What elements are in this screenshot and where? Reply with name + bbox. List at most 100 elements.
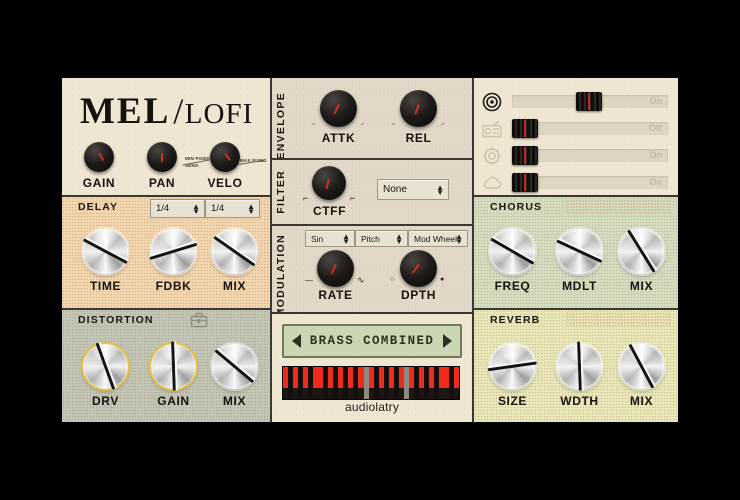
modulation-target-select[interactable]: Pitch ▲ ▼ — [355, 230, 408, 247]
reverb-size-label: SIZE — [497, 394, 528, 408]
filter-cutoff-label: CTFF — [312, 204, 347, 218]
envelope-release-knob-indicator — [413, 103, 420, 115]
distortion-drv-knob-pointer — [95, 343, 116, 390]
radio-icon[interactable] — [482, 120, 502, 138]
modulation-rate-knob-indicator — [329, 263, 337, 275]
distortion-drv-label: DRV — [92, 394, 119, 408]
delay-time-knob-pointer — [83, 238, 128, 265]
distortion-drv-knob[interactable] — [83, 343, 128, 390]
gear-slider-thumb[interactable] — [512, 146, 538, 165]
chevron-updown-icon: ▲ ▼ — [192, 203, 200, 214]
gear-slider-state: On — [649, 150, 663, 160]
modulation-depth-knob-indicator — [411, 263, 420, 274]
preset-browser[interactable]: BRASS COMBINED — [282, 324, 462, 358]
modulation-depth-max-label: ● — [440, 276, 445, 283]
filter-type-value: None — [383, 184, 407, 195]
keyboard-key[interactable] — [454, 367, 459, 389]
distortion-mix-knob-pointer — [214, 349, 255, 384]
chorus-title: CHORUS — [490, 201, 543, 213]
record-slider-state: On — [649, 96, 663, 106]
settings-row-record: On — [482, 92, 672, 112]
logo-slash: / — [173, 91, 184, 131]
reverb-wdth-knob[interactable] — [557, 342, 602, 391]
delay-sync-select-2[interactable]: 1/4 ▲ ▼ — [205, 199, 260, 218]
filter-cutoff-knob-indicator — [325, 178, 330, 190]
reverb-size-knob-pointer — [488, 361, 537, 372]
chorus-mix-label: MIX — [629, 279, 654, 293]
center-column: ENVELOPE ATTK REL FILTER ⌐ ⌐ CTFF None ▲… — [270, 78, 474, 422]
cloud-icon[interactable] — [482, 175, 502, 191]
chevron-updown-icon: ▲ ▼ — [342, 233, 350, 244]
modulation-rate-min-label: — — [305, 276, 313, 285]
reverb-mix-knob[interactable] — [619, 344, 664, 389]
keyboard[interactable] — [282, 366, 460, 400]
logo-mel: MEL — [80, 91, 171, 132]
record-slider-thumb[interactable] — [576, 92, 602, 111]
delay-sync-select-1[interactable]: 1/4 ▲ ▼ — [150, 199, 205, 218]
modulation-panel: MODULATION Sin ▲ ▼ Pitch ▲ ▼ Mod Wheel ▲ ▼ … — [272, 226, 472, 312]
delay-time-label: TIME — [89, 279, 122, 293]
delay-title: DELAY — [78, 201, 119, 213]
preset-prev-button[interactable] — [292, 334, 301, 348]
reverb-mix-label: MIX — [629, 394, 654, 408]
logo-lofi: LOFI — [184, 98, 254, 130]
toolbox-icon[interactable] — [190, 312, 208, 328]
delay-mix-knob[interactable] — [212, 229, 257, 274]
settings-panel: On Off On On — [474, 78, 678, 195]
chorus-mdlt-knob[interactable] — [556, 229, 603, 274]
delay-fdbk-knob[interactable] — [149, 229, 198, 274]
delay-sync-value-2: 1/4 — [211, 203, 225, 214]
pan-knob[interactable] — [147, 142, 177, 172]
cloud-slider-thumb[interactable] — [512, 173, 538, 192]
filter-type-select[interactable]: None ▲ ▼ — [377, 179, 449, 200]
reverb-size-knob[interactable] — [488, 344, 537, 389]
chorus-panel: CHORUS FREQ MDLT MIX — [474, 197, 678, 308]
envelope-attack-knob[interactable] — [320, 90, 357, 127]
modulation-rate-knob[interactable] — [317, 250, 354, 287]
distortion-gain-knob-pointer — [171, 342, 176, 391]
modulation-waveform-value: Sin — [311, 233, 324, 244]
knob-tick: ⌐ — [350, 193, 356, 203]
chevron-updown-icon: ▲ ▼ — [247, 203, 255, 214]
envelope-attack-knob-indicator — [332, 103, 340, 115]
modulation-depth-min-label: ○ — [390, 276, 395, 283]
chevron-updown-icon: ▲ ▼ — [395, 233, 403, 244]
chorus-freq-knob[interactable] — [490, 229, 535, 274]
gain-knob-indicator — [98, 152, 105, 162]
pan-knob-indicator — [161, 153, 163, 163]
filter-cutoff-knob[interactable] — [312, 166, 346, 200]
delay-mix-knob-pointer — [213, 236, 256, 267]
modulation-source-select[interactable]: Mod Wheel ▲ ▼ — [408, 230, 468, 247]
radio-slider-thumb[interactable] — [512, 119, 538, 138]
title-strip-texture — [566, 199, 672, 214]
gear-icon[interactable] — [482, 146, 502, 166]
knob-tick: ⌐ — [303, 193, 309, 203]
distortion-title: DISTORTION — [78, 314, 154, 326]
left-column: MEL/LOFI GAIN PAN VELO MIN FIXED SENS MA… — [62, 78, 270, 422]
gain-knob[interactable] — [84, 142, 114, 172]
chorus-mix-knob[interactable] — [619, 229, 664, 274]
modulation-waveform-select[interactable]: Sin ▲ ▼ — [305, 230, 355, 247]
envelope-release-label: REL — [405, 131, 432, 145]
preset-next-button[interactable] — [443, 334, 452, 348]
velo-knob-indicator — [224, 152, 231, 162]
knob-tick — [440, 122, 445, 126]
preset-name: BRASS COMBINED — [309, 334, 435, 348]
distortion-mix-knob[interactable] — [212, 344, 257, 389]
chorus-mdlt-label: MDLT — [562, 279, 597, 293]
cloud-slider-state: On — [649, 177, 663, 187]
delay-panel: DELAY 1/4 ▲ ▼ 1/4 ▲ ▼ TIME FDBK MIX — [62, 197, 270, 308]
logo-panel: MEL/LOFI GAIN PAN VELO MIN FIXED SENS MA… — [62, 78, 270, 195]
panel-texture — [272, 78, 472, 158]
radio-slider-state: Off — [649, 123, 662, 133]
record-icon[interactable] — [482, 92, 502, 112]
reverb-mix-knob-pointer — [628, 344, 655, 389]
velo-knob[interactable] — [210, 142, 240, 172]
modulation-rate-label: RATE — [318, 288, 353, 302]
velo-knob-label: VELO — [207, 176, 243, 190]
distortion-gain-knob[interactable] — [151, 342, 196, 391]
delay-time-knob[interactable] — [83, 229, 128, 274]
distortion-panel: DISTORTION DRV GAIN MIX — [62, 310, 270, 422]
modulation-depth-knob[interactable] — [400, 250, 437, 287]
envelope-release-knob[interactable] — [400, 90, 437, 127]
